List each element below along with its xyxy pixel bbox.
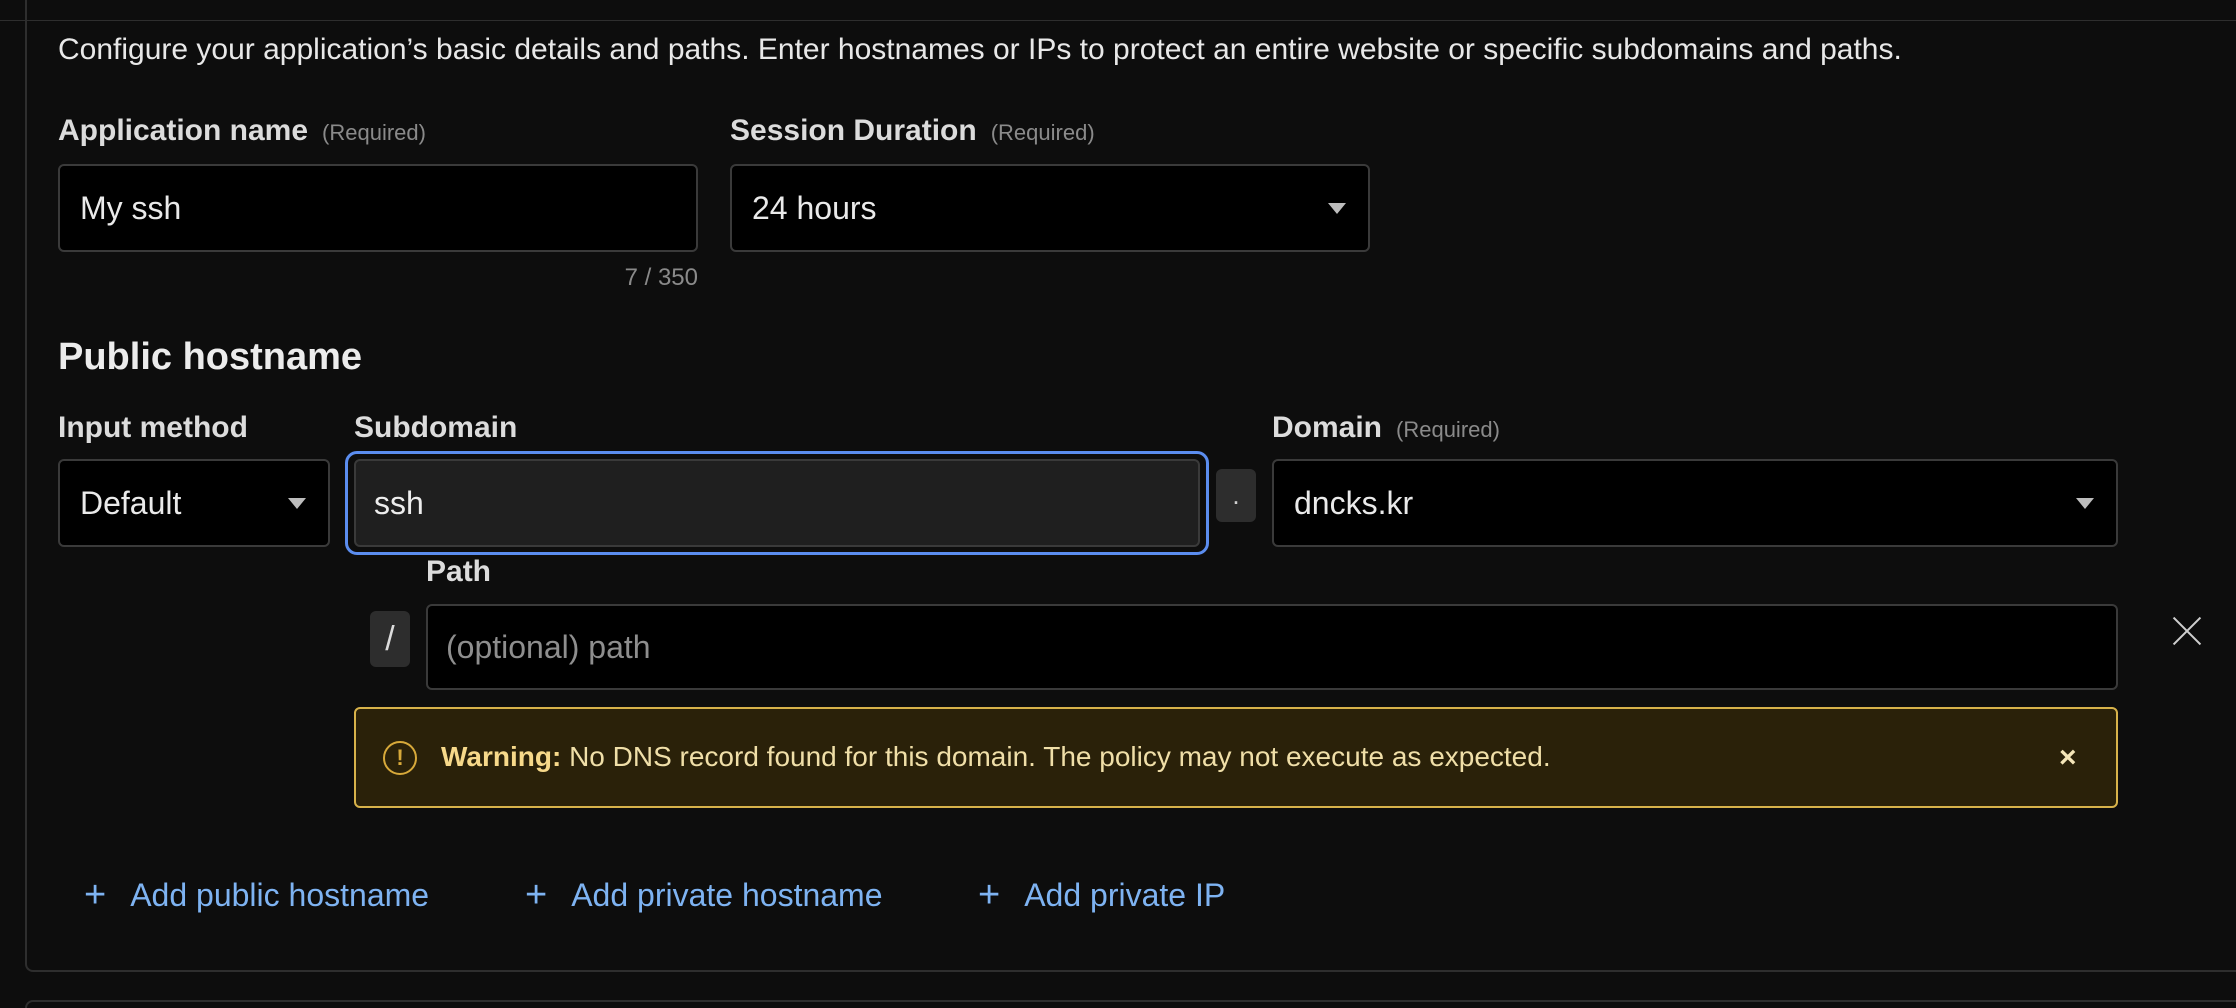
add-private-hostname-label: Add private hostname [571, 876, 883, 913]
input-method-value: Default [80, 484, 182, 521]
public-hostname-title: Public hostname [58, 336, 363, 378]
subdomain-value: ssh [374, 484, 424, 521]
session-duration-select[interactable]: 24 hours [730, 164, 1370, 252]
chevron-down-icon [288, 498, 306, 509]
required-hint: (Required) [1396, 417, 1500, 442]
domain-select[interactable]: dncks.kr [1272, 459, 2118, 547]
dot-separator: . [1216, 469, 1256, 522]
domain-value: dncks.kr [1294, 484, 1414, 521]
add-private-ip-button[interactable]: + Add private IP [978, 876, 1225, 914]
add-public-hostname-button[interactable]: + Add public hostname [84, 876, 429, 914]
dns-warning-banner: ! Warning: No DNS record found for this … [354, 707, 2118, 808]
plus-icon: + [978, 874, 1001, 916]
add-public-hostname-label: Add public hostname [130, 876, 430, 913]
required-hint: (Required) [322, 120, 426, 145]
chevron-down-icon [2076, 498, 2094, 509]
add-private-ip-label: Add private IP [1024, 876, 1226, 913]
dismiss-warning-button[interactable]: × [2059, 741, 2077, 775]
character-counter: 7 / 350 [624, 264, 698, 291]
session-duration-label: Session Duration (Required) [730, 114, 1095, 147]
path-input[interactable]: (optional) path [426, 604, 2118, 690]
warning-message: No DNS record found for this domain. The… [569, 741, 1551, 772]
path-label: Path [426, 555, 492, 588]
chevron-down-icon [1328, 203, 1346, 214]
application-name-label: Application name (Required) [58, 114, 426, 147]
subdomain-input[interactable]: ssh [354, 459, 1200, 547]
next-panel-edge [25, 1000, 2236, 1008]
remove-hostname-icon[interactable] [2168, 612, 2206, 650]
required-hint: (Required) [990, 120, 1095, 145]
warning-icon: ! [383, 741, 417, 775]
domain-label: Domain (Required) [1272, 411, 1500, 444]
intro-text: Configure your application’s basic detai… [58, 33, 1902, 66]
plus-icon: + [84, 874, 107, 916]
subdomain-label: Subdomain [354, 411, 518, 444]
path-placeholder: (optional) path [446, 628, 651, 665]
input-method-select[interactable]: Default [58, 459, 330, 547]
path-prefix: / [370, 611, 410, 667]
warning-label: Warning: [441, 741, 562, 772]
plus-icon: + [525, 874, 548, 916]
session-duration-value: 24 hours [752, 189, 877, 226]
application-name-value: My ssh [80, 189, 182, 226]
warning-text: Warning: No DNS record found for this do… [441, 741, 1551, 773]
add-private-hostname-button[interactable]: + Add private hostname [525, 876, 883, 914]
application-name-input[interactable]: My ssh [58, 164, 698, 252]
input-method-label: Input method [58, 411, 248, 444]
